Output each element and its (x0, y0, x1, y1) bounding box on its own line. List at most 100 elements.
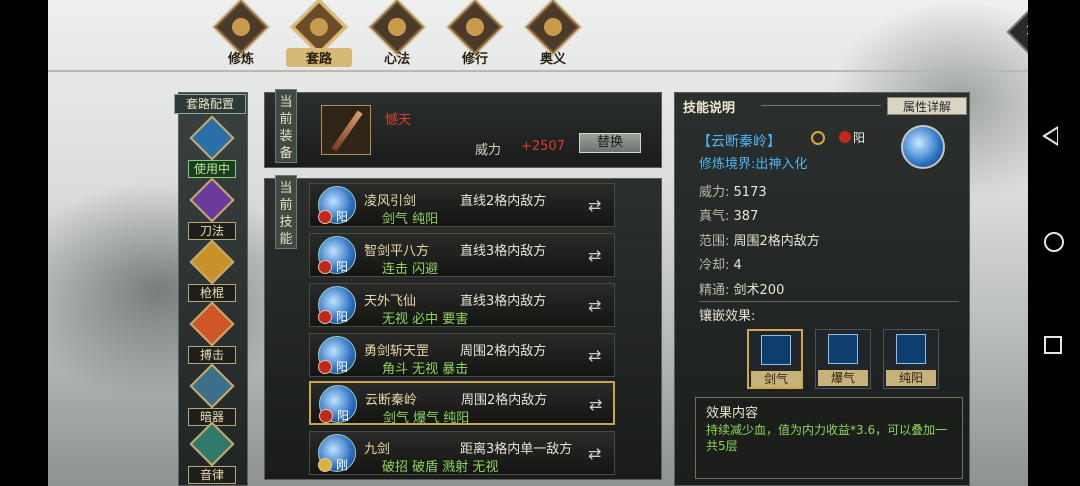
inlay-label: 镶嵌效果: (699, 309, 756, 324)
swap-button[interactable]: 替换 (579, 133, 641, 153)
tab-xiuxing[interactable]: 修行 (442, 0, 508, 67)
equipment-panel: 当前装备 憾天 威力 +2507 替换 (264, 89, 662, 168)
skill-row[interactable]: 阳 勇剑斩天罡 周围2格内敌方 角斗 无视 暴击 ⇄ (309, 333, 615, 377)
category-header: 套路配置 (174, 94, 246, 114)
skill-range: 直线3格内敌方 (460, 294, 547, 309)
skills-panel: 当前技能 阳 凌风引剑 直线2格内敌方 剑气 纯阳 ⇄ 阳 智剑平八方 直线3格… (264, 175, 662, 480)
tab-aoyi[interactable]: 奥义 (520, 0, 586, 67)
swap-arrows-icon[interactable]: ⇄ (589, 395, 602, 414)
skill-tags: 角斗 无视 暴击 (382, 362, 469, 377)
effect-title: 效果内容 (706, 406, 759, 421)
skill-row[interactable]: 刚 九剑 距离3格内单一敌方 破招 破盾 溅射 无视 ⇄ (309, 431, 615, 475)
stat-value: 周围2格内敌方 (733, 234, 820, 249)
weapon-slot[interactable] (321, 105, 371, 155)
skill-row[interactable]: 阳 凌风引剑 直线2格内敌方 剑气 纯阳 ⇄ (309, 183, 615, 227)
hidden-weapon-category-icon (189, 363, 235, 409)
equipment-section-label: 当前装备 (275, 89, 297, 163)
detail-skill-name: 【云断秦岭】 (697, 134, 781, 150)
tab-xiulian[interactable]: 修炼 (208, 0, 274, 67)
skill-element: 阳 (336, 310, 349, 324)
skill-name: 九剑 (364, 442, 391, 457)
stat-key: 精通: (699, 283, 730, 298)
stat-row: 精通: 剑术200 (699, 279, 784, 298)
title-divider (761, 105, 881, 106)
home-icon[interactable] (1044, 232, 1064, 252)
tab-label: 奥义 (539, 52, 566, 67)
category-label: 使用中 (188, 160, 236, 178)
element-badge-icon (318, 210, 332, 224)
sword-qi-icon (761, 335, 791, 365)
tab-label: 修炼 (227, 52, 254, 67)
category-spear[interactable]: 枪棍 (182, 239, 242, 304)
skill-element: 阳 (336, 210, 349, 224)
compass-icon (811, 131, 825, 145)
skill-range: 距离3格内单一敌方 (460, 442, 573, 457)
stat-key: 冷却: (699, 258, 730, 273)
category-blade[interactable]: 刀法 (182, 177, 242, 242)
top-divider (48, 70, 1028, 72)
skill-row-selected[interactable]: 阳 云断秦岭 周围2格内敌方 剑气 爆气 纯阳 ⇄ (309, 381, 615, 426)
category-fist[interactable]: 搏击 (182, 301, 242, 366)
swap-arrows-icon[interactable]: ⇄ (588, 346, 601, 365)
inlay-slot[interactable]: 纯阳 (883, 329, 939, 389)
inlay-divider (699, 301, 959, 302)
category-in-use[interactable]: 使用中 (182, 115, 242, 180)
category-label: 音律 (188, 466, 236, 484)
stat-row: 威力: 5173 (699, 181, 767, 200)
skill-row[interactable]: 阳 天外飞仙 直线3格内敌方 无视 必中 要害 ⇄ (309, 283, 615, 327)
category-music[interactable]: 音律 (182, 421, 242, 486)
swap-arrows-icon[interactable]: ⇄ (588, 246, 601, 265)
skill-name: 天外飞仙 (364, 294, 417, 309)
stat-value: 387 (733, 209, 759, 224)
left-bezel (0, 0, 48, 486)
recent-apps-icon[interactable] (1044, 336, 1062, 354)
skill-tags: 无视 必中 要害 (382, 312, 469, 327)
inlay-slot-label: 纯阳 (886, 370, 936, 386)
skill-name: 智剑平八方 (364, 244, 430, 259)
skill-tags: 破招 破盾 溅射 无视 (382, 460, 499, 475)
inlay-slot-label: 爆气 (818, 370, 868, 386)
skill-range: 周围2格内敌方 (461, 393, 548, 408)
music-category-icon (189, 421, 235, 467)
stat-row: 范围: 周围2格内敌方 (699, 230, 820, 249)
inlay-slot-label: 剑气 (751, 371, 801, 387)
skill-detail-panel: 技能说明 属性详解 【云断秦岭】 阳 修炼境界:出神入化 威力: 5173 真气… (674, 92, 970, 486)
stat-key: 范围: (699, 234, 730, 249)
skill-element: 刚 (336, 458, 349, 472)
detail-element: 阳 (853, 131, 866, 145)
stat-value: 剑术200 (733, 283, 785, 298)
stat-value: 4 (733, 258, 742, 273)
cultivation-realm: 修炼境界:出神入化 (699, 157, 808, 172)
aoyi-emblem-icon (526, 0, 580, 54)
skill-name: 凌风引剑 (364, 194, 417, 209)
skill-tags: 剑气 爆气 纯阳 (383, 411, 470, 426)
xiulian-emblem-icon (214, 0, 268, 54)
element-badge-icon (839, 131, 851, 143)
skill-range: 周围2格内敌方 (460, 344, 547, 359)
skill-row[interactable]: 阳 智剑平八方 直线3格内敌方 连击 闪避 ⇄ (309, 233, 615, 277)
tab-xinfa[interactable]: 心法 (364, 0, 430, 67)
power-value: +2507 (521, 139, 565, 154)
inlay-slot[interactable]: 爆气 (815, 329, 871, 389)
weapon-name: 憾天 (385, 113, 412, 128)
stat-key: 真气: (699, 209, 730, 224)
back-icon[interactable] (1042, 126, 1058, 146)
sword-category-icon (189, 115, 235, 161)
skill-large-icon (901, 125, 945, 169)
swap-arrows-icon[interactable]: ⇄ (588, 444, 601, 463)
category-label: 刀法 (188, 222, 236, 240)
category-hidden-weapon[interactable]: 暗器 (182, 363, 242, 428)
inlay-slot[interactable]: 剑气 (747, 329, 803, 389)
swap-arrows-icon[interactable]: ⇄ (588, 196, 601, 215)
attribute-details-button[interactable]: 属性详解 (887, 97, 967, 115)
skill-range: 直线3格内敌方 (460, 244, 547, 259)
swap-arrows-icon[interactable]: ⇄ (588, 296, 601, 315)
tab-taolu[interactable]: 套路 (286, 0, 352, 67)
tab-label: 心法 (383, 52, 410, 67)
sword-icon (331, 110, 363, 152)
skill-tags: 连击 闪避 (382, 262, 439, 277)
skills-section-label: 当前技能 (275, 175, 297, 249)
element-badge-icon (318, 260, 332, 274)
detail-title: 技能说明 (683, 101, 736, 116)
skill-range: 直线2格内敌方 (460, 194, 547, 209)
